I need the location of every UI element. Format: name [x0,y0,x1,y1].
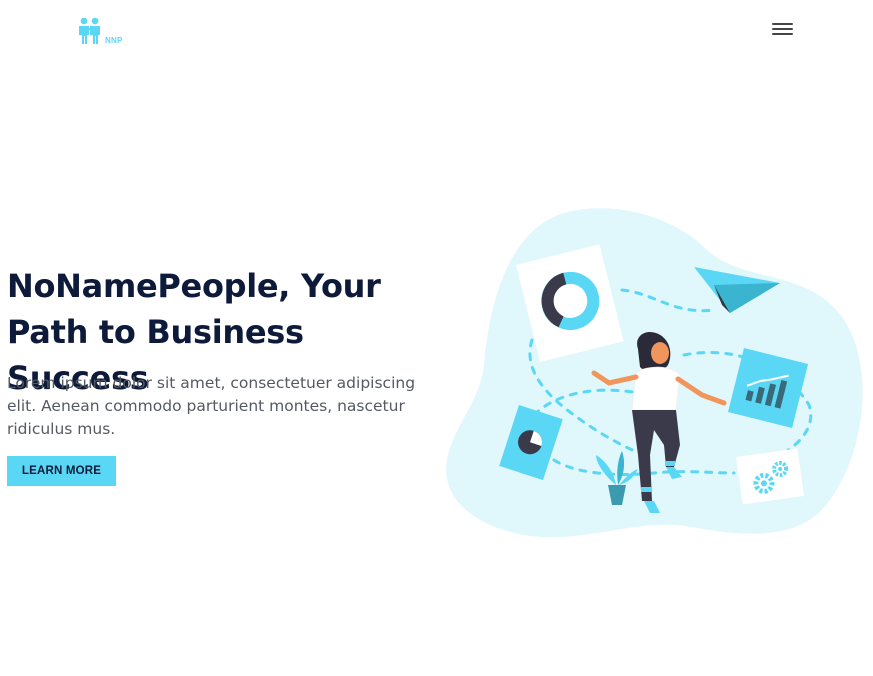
logo[interactable]: NNP [77,16,129,46]
hamburger-menu-icon[interactable] [772,22,795,38]
logo-text: NNP [105,36,123,45]
learn-more-button[interactable]: LEARN MORE [7,456,116,486]
menu-bar-top [772,23,793,25]
menu-bar-middle [772,28,793,30]
hero-description: Lorem ipsum dolor sit amet, consectetuer… [7,374,416,438]
people-icon [79,17,100,44]
landing-page: NNP NoNamePeople, Your Path to Business … [0,0,873,676]
business-woman-illustration [444,205,868,545]
illustration-svg [446,208,863,538]
menu-bar-bottom [772,33,793,35]
gears-card [736,448,805,505]
